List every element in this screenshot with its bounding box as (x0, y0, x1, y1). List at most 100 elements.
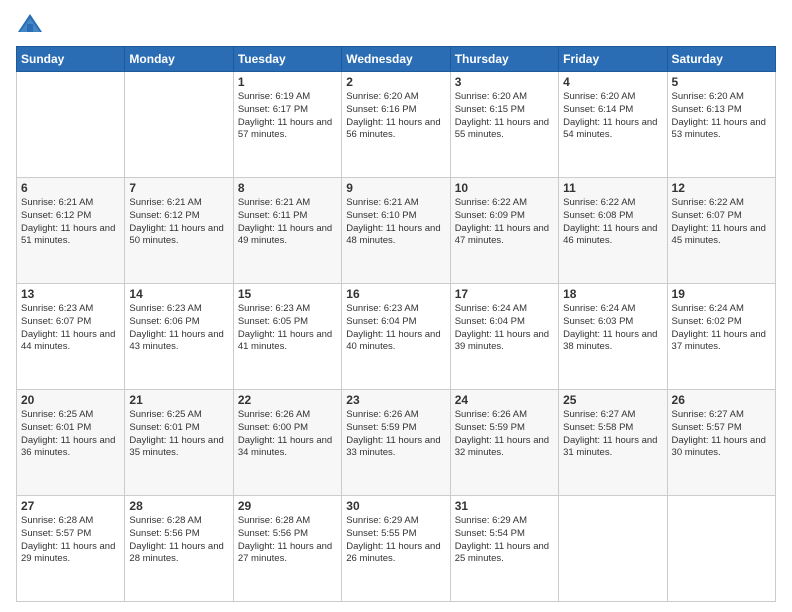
day-number: 20 (21, 393, 120, 407)
day-number: 19 (672, 287, 771, 301)
logo (16, 10, 48, 38)
day-cell: 13Sunrise: 6:23 AMSunset: 6:07 PMDayligh… (17, 284, 125, 390)
day-info: Sunrise: 6:29 AMSunset: 5:54 PMDaylight:… (455, 515, 554, 566)
day-cell: 24 Sunrise: 6:26 AMSunset: 5:59 PMDayligh… (450, 390, 558, 496)
day-cell: 25 Sunrise: 6:27 AMSunset: 5:58 PMDayligh… (559, 390, 667, 496)
day-cell: 10Sunrise: 6:22 AMSunset: 6:09 PMDayligh… (450, 178, 558, 284)
day-number: 9 (346, 181, 445, 195)
day-info: Sunrise: 6:21 AMSunset: 6:10 PMDaylight:… (346, 197, 445, 248)
day-cell (559, 496, 667, 602)
day-number: 27 (21, 499, 120, 513)
day-number: 7 (129, 181, 228, 195)
header (16, 10, 776, 38)
day-cell: 21 Sunrise: 6:25 AMSunset: 6:01 PMDayligh… (125, 390, 233, 496)
week-row-3: 13Sunrise: 6:23 AMSunset: 6:07 PMDayligh… (17, 284, 776, 390)
day-info: Sunrise: 6:21 AMSunset: 6:12 PMDaylight:… (21, 197, 120, 248)
day-cell: 20 Sunrise: 6:25 AMSunset: 6:01 PMDayligh… (17, 390, 125, 496)
day-cell: 28Sunrise: 6:28 AMSunset: 5:56 PMDayligh… (125, 496, 233, 602)
day-info: Sunrise: 6:24 AMSunset: 6:02 PMDaylight:… (672, 303, 771, 354)
day-info: Sunrise: 6:21 AMSunset: 6:11 PMDaylight:… (238, 197, 337, 248)
day-number: 15 (238, 287, 337, 301)
header-row: SundayMondayTuesdayWednesdayThursdayFrid… (17, 47, 776, 72)
day-number: 23 (346, 393, 445, 407)
day-info: Sunrise: 6:22 AMSunset: 6:07 PMDaylight:… (672, 197, 771, 248)
day-info: Sunrise: 6:20 AMSunset: 6:13 PMDaylight:… (672, 91, 771, 142)
week-row-2: 6 Sunrise: 6:21 AMSunset: 6:12 PMDaylight… (17, 178, 776, 284)
day-number: 4 (563, 75, 662, 89)
calendar-header: SundayMondayTuesdayWednesdayThursdayFrid… (17, 47, 776, 72)
day-info: Sunrise: 6:24 AMSunset: 6:03 PMDaylight:… (563, 303, 662, 354)
day-cell: 29 Sunrise: 6:28 AMSunset: 5:56 PMDayligh… (233, 496, 341, 602)
week-row-1: 1Sunrise: 6:19 AMSunset: 6:17 PMDaylight… (17, 72, 776, 178)
day-info: Sunrise: 6:24 AMSunset: 6:04 PMDaylight:… (455, 303, 554, 354)
day-cell: 4 Sunrise: 6:20 AMSunset: 6:14 PMDaylight… (559, 72, 667, 178)
day-cell: 26 Sunrise: 6:27 AMSunset: 5:57 PMDayligh… (667, 390, 775, 496)
day-cell: 22 Sunrise: 6:26 AMSunset: 6:00 PMDayligh… (233, 390, 341, 496)
day-cell: 27 Sunrise: 6:28 AMSunset: 5:57 PMDayligh… (17, 496, 125, 602)
day-number: 1 (238, 75, 337, 89)
day-info: Sunrise: 6:26 AMSunset: 5:59 PMDaylight:… (346, 409, 445, 460)
header-cell-friday: Friday (559, 47, 667, 72)
day-number: 25 (563, 393, 662, 407)
day-info: Sunrise: 6:28 AMSunset: 5:57 PMDaylight:… (21, 515, 120, 566)
day-cell (17, 72, 125, 178)
day-info: Sunrise: 6:23 AMSunset: 6:06 PMDaylight:… (129, 303, 228, 354)
day-number: 5 (672, 75, 771, 89)
day-info: Sunrise: 6:23 AMSunset: 6:04 PMDaylight:… (346, 303, 445, 354)
day-info: Sunrise: 6:20 AMSunset: 6:15 PMDaylight:… (455, 91, 554, 142)
week-row-5: 27 Sunrise: 6:28 AMSunset: 5:57 PMDayligh… (17, 496, 776, 602)
day-cell: 9 Sunrise: 6:21 AMSunset: 6:10 PMDaylight… (342, 178, 450, 284)
day-info: Sunrise: 6:26 AMSunset: 6:00 PMDaylight:… (238, 409, 337, 460)
day-info: Sunrise: 6:23 AMSunset: 6:05 PMDaylight:… (238, 303, 337, 354)
day-info: Sunrise: 6:25 AMSunset: 6:01 PMDaylight:… (21, 409, 120, 460)
day-cell (125, 72, 233, 178)
day-cell: 12 Sunrise: 6:22 AMSunset: 6:07 PMDayligh… (667, 178, 775, 284)
day-cell: 16Sunrise: 6:23 AMSunset: 6:04 PMDayligh… (342, 284, 450, 390)
day-cell: 5 Sunrise: 6:20 AMSunset: 6:13 PMDaylight… (667, 72, 775, 178)
day-cell: 1Sunrise: 6:19 AMSunset: 6:17 PMDaylight… (233, 72, 341, 178)
day-info: Sunrise: 6:26 AMSunset: 5:59 PMDaylight:… (455, 409, 554, 460)
day-info: Sunrise: 6:22 AMSunset: 6:09 PMDaylight:… (455, 197, 554, 248)
header-cell-sunday: Sunday (17, 47, 125, 72)
header-cell-saturday: Saturday (667, 47, 775, 72)
day-number: 6 (21, 181, 120, 195)
day-cell: 7 Sunrise: 6:21 AMSunset: 6:12 PMDaylight… (125, 178, 233, 284)
day-cell: 17Sunrise: 6:24 AMSunset: 6:04 PMDayligh… (450, 284, 558, 390)
day-number: 14 (129, 287, 228, 301)
day-info: Sunrise: 6:25 AMSunset: 6:01 PMDaylight:… (129, 409, 228, 460)
day-info: Sunrise: 6:27 AMSunset: 5:57 PMDaylight:… (672, 409, 771, 460)
day-number: 28 (129, 499, 228, 513)
day-cell (667, 496, 775, 602)
day-number: 11 (563, 181, 662, 195)
header-cell-monday: Monday (125, 47, 233, 72)
day-cell: 8Sunrise: 6:21 AMSunset: 6:11 PMDaylight… (233, 178, 341, 284)
day-info: Sunrise: 6:21 AMSunset: 6:12 PMDaylight:… (129, 197, 228, 248)
day-number: 30 (346, 499, 445, 513)
day-number: 3 (455, 75, 554, 89)
day-info: Sunrise: 6:29 AMSunset: 5:55 PMDaylight:… (346, 515, 445, 566)
day-number: 24 (455, 393, 554, 407)
day-cell: 15 Sunrise: 6:23 AMSunset: 6:05 PMDayligh… (233, 284, 341, 390)
calendar-body: 1Sunrise: 6:19 AMSunset: 6:17 PMDaylight… (17, 72, 776, 602)
day-info: Sunrise: 6:27 AMSunset: 5:58 PMDaylight:… (563, 409, 662, 460)
day-cell: 23 Sunrise: 6:26 AMSunset: 5:59 PMDayligh… (342, 390, 450, 496)
logo-icon (16, 10, 44, 38)
day-number: 29 (238, 499, 337, 513)
day-number: 12 (672, 181, 771, 195)
day-info: Sunrise: 6:22 AMSunset: 6:08 PMDaylight:… (563, 197, 662, 248)
day-number: 31 (455, 499, 554, 513)
day-number: 21 (129, 393, 228, 407)
calendar-table: SundayMondayTuesdayWednesdayThursdayFrid… (16, 46, 776, 602)
day-number: 26 (672, 393, 771, 407)
day-info: Sunrise: 6:20 AMSunset: 6:14 PMDaylight:… (563, 91, 662, 142)
day-number: 18 (563, 287, 662, 301)
day-cell: 18 Sunrise: 6:24 AMSunset: 6:03 PMDayligh… (559, 284, 667, 390)
day-cell: 19 Sunrise: 6:24 AMSunset: 6:02 PMDayligh… (667, 284, 775, 390)
header-cell-thursday: Thursday (450, 47, 558, 72)
day-cell: 11 Sunrise: 6:22 AMSunset: 6:08 PMDayligh… (559, 178, 667, 284)
day-number: 2 (346, 75, 445, 89)
day-cell: 6 Sunrise: 6:21 AMSunset: 6:12 PMDaylight… (17, 178, 125, 284)
day-number: 22 (238, 393, 337, 407)
day-info: Sunrise: 6:28 AMSunset: 5:56 PMDaylight:… (238, 515, 337, 566)
week-row-4: 20 Sunrise: 6:25 AMSunset: 6:01 PMDayligh… (17, 390, 776, 496)
